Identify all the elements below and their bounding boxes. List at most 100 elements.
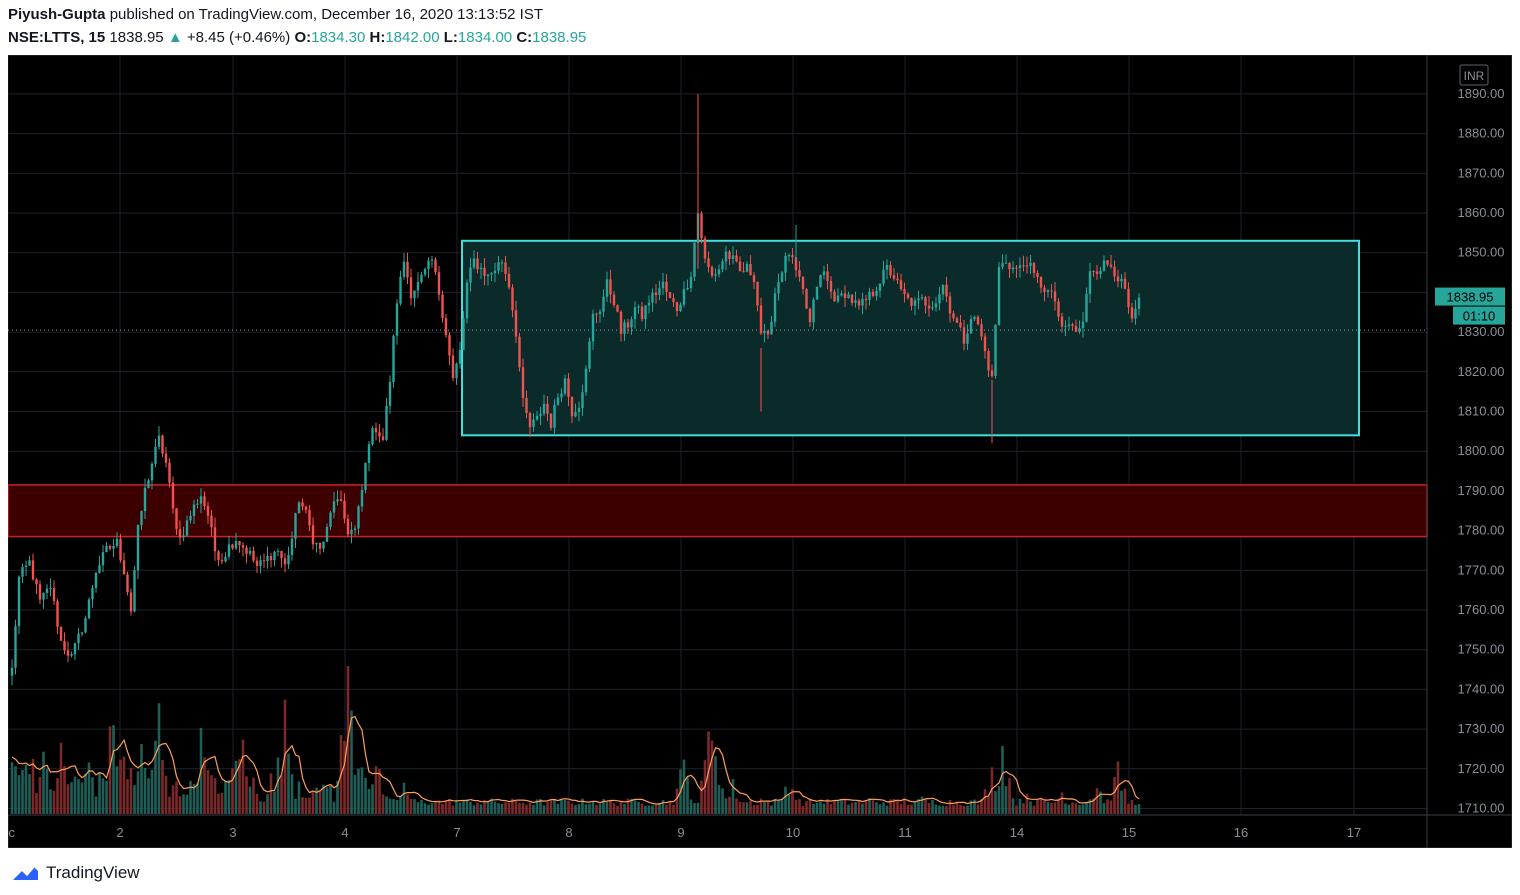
volume-bar [910, 804, 913, 814]
candle-up [458, 349, 462, 364]
volume-bar [700, 780, 703, 814]
candle-up [234, 541, 238, 549]
candle-down [504, 262, 507, 275]
candle-down [903, 289, 906, 295]
volume-bar [696, 802, 700, 814]
candle-down [959, 322, 962, 328]
volume-bar [875, 802, 878, 814]
candle-up [602, 296, 605, 312]
chart-area[interactable]: 1890.001880.001870.001860.001850.001840.… [8, 55, 1512, 848]
candle-down [59, 626, 63, 641]
candle-down [640, 306, 644, 320]
volume-bar [31, 758, 35, 814]
volume-bar [770, 805, 773, 814]
volume-bar [675, 788, 679, 814]
candle-down [616, 305, 619, 312]
volume-bar [1064, 803, 1067, 814]
candle-down [301, 502, 304, 507]
candle-up [777, 281, 780, 294]
candle-down [406, 261, 409, 278]
volume-bar [472, 805, 476, 814]
volume-bar [1046, 801, 1050, 814]
volume-bar [21, 769, 24, 814]
volume-bar [126, 779, 129, 814]
candle-down [707, 258, 710, 268]
candle-down [374, 428, 378, 433]
volume-bar [854, 802, 857, 814]
candle-up [651, 292, 654, 303]
candle-down [749, 263, 752, 276]
volume-bar [1113, 777, 1116, 814]
tradingview-logo[interactable]: TradingView [10, 860, 140, 886]
candle-up [532, 419, 535, 428]
candle-down [752, 275, 756, 282]
volume-bar [1060, 792, 1064, 814]
volume-bar [686, 777, 689, 814]
candle-up [1120, 278, 1123, 282]
volume-bar [406, 794, 409, 814]
candle-down [906, 294, 910, 298]
candle-down [987, 351, 990, 371]
candle-down [896, 278, 899, 281]
volume-bar [780, 798, 784, 814]
volume-bar [822, 803, 826, 814]
candle-down [129, 592, 133, 612]
volume-bar [504, 802, 507, 814]
candle-up [112, 546, 115, 549]
volume-bar [567, 800, 570, 814]
candle-down [826, 271, 829, 281]
y-tick-label: 1800.00 [1458, 443, 1505, 458]
volume-bar [605, 801, 609, 814]
candle-down [437, 272, 441, 295]
volume-bar [654, 805, 658, 814]
candle-down [626, 322, 630, 328]
candle-down [619, 311, 623, 334]
volume-bar [343, 740, 346, 814]
candle-up [542, 403, 546, 414]
candle-down [161, 435, 164, 454]
volume-bar [1001, 746, 1004, 814]
volume-bar [794, 799, 798, 814]
candle-down [483, 267, 486, 276]
author-name[interactable]: Piyush-Gupta [8, 6, 106, 23]
candle-up [259, 560, 262, 566]
volume-bar [1127, 803, 1130, 814]
volume-bar [756, 804, 759, 814]
volume-bar [871, 800, 875, 814]
candle-down [955, 318, 959, 323]
candle-down [570, 396, 574, 417]
candle-up [80, 632, 84, 634]
x-tick-label: 17 [1347, 825, 1361, 840]
volume-bar [367, 789, 371, 814]
volume-bar [234, 760, 238, 814]
volume-bar [357, 768, 360, 814]
candle-up [689, 276, 693, 289]
volume-bar [710, 740, 714, 814]
last-price-tag-label: 1838.95 [1447, 290, 1494, 305]
price-change: +8.45 (+0.46%) [186, 29, 291, 46]
candle-up [661, 281, 665, 289]
volume-bar [273, 791, 276, 814]
volume-bar [878, 804, 882, 814]
candle-down [318, 542, 322, 549]
candle-down [983, 336, 987, 352]
candle-down [962, 327, 966, 344]
volume-bar [836, 800, 840, 814]
price-chart[interactable]: 1890.001880.001870.001860.001850.001840.… [8, 55, 1512, 848]
x-tick-label: 3 [229, 825, 236, 840]
candle-down [203, 496, 206, 506]
candle-up [770, 321, 773, 335]
volume-bar [560, 799, 563, 814]
close-label: C: [516, 29, 533, 46]
candle-down [700, 213, 703, 239]
volume-bar [441, 803, 444, 814]
candle-up [714, 274, 717, 276]
volume-bar [101, 778, 105, 814]
candle-up [836, 295, 840, 302]
candle-up [1102, 260, 1106, 271]
volume-bar [304, 798, 308, 814]
volume-bar [259, 801, 262, 814]
candle-up [427, 260, 430, 270]
volume-bar [59, 742, 63, 814]
volume-bar [147, 778, 150, 814]
